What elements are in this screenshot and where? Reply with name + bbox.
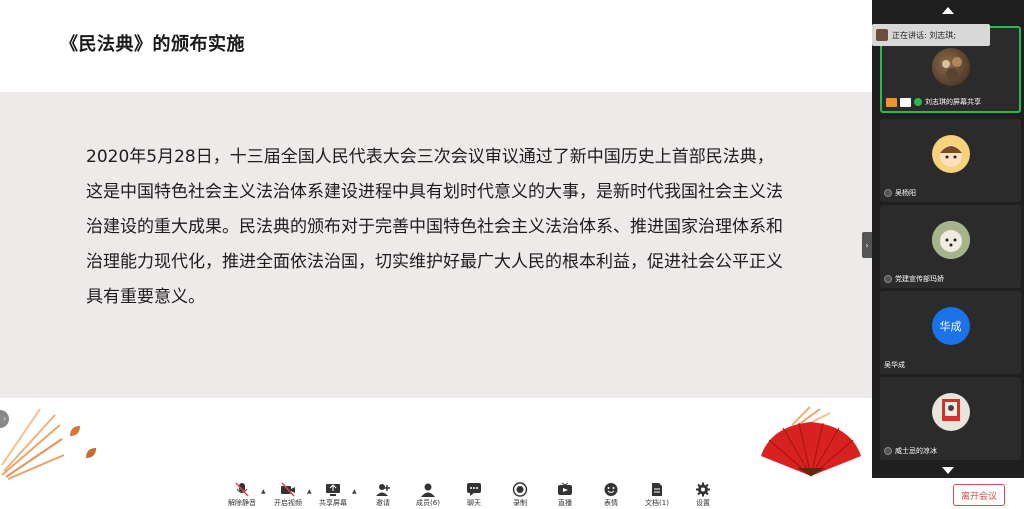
speaker-mini-avatar <box>876 29 888 41</box>
toolbar-label: 直播 <box>558 499 572 507</box>
participant-name: 吴杨阳 <box>895 189 916 197</box>
mic-active-icon <box>914 98 922 106</box>
slide-title: 《民法典》的颁布实施 <box>60 34 245 55</box>
participant-name: 刘志琪的屏幕共享 <box>925 98 981 106</box>
shared-slide: 《民法典》的颁布实施 2020年5月28日，十三届全国人民代表大会三次会议审议通… <box>0 0 872 480</box>
video-off-icon <box>281 482 295 497</box>
chat-icon <box>467 483 481 496</box>
record-button[interactable]: 录制 <box>498 482 542 509</box>
participant-panel: 正在讲话: 刘志琪; 刘志琪的屏幕共享 吴杨阳 党建宣传部玛娇 华成 吴华成 威… <box>872 0 1024 478</box>
participant-name: 吴华成 <box>884 361 905 369</box>
record-icon <box>512 482 528 497</box>
live-icon <box>558 482 572 495</box>
screen-share-badge-icon <box>900 97 911 107</box>
settings-button[interactable]: 设置 <box>681 482 725 509</box>
toolbar-label: 表情 <box>604 499 618 507</box>
toolbar-label: 设置 <box>696 499 710 507</box>
toolbar-label: 成员(6) <box>416 499 440 507</box>
emoji-icon <box>604 483 618 496</box>
toolbar-label: 录制 <box>513 499 527 507</box>
host-badge-icon <box>886 97 897 107</box>
leaf-decoration-left <box>1 408 65 480</box>
members-icon <box>421 483 435 497</box>
toolbar-label: 聊天 <box>467 499 481 507</box>
red-fan-decoration <box>761 422 861 477</box>
mic-muted-icon <box>884 447 892 455</box>
meeting-toolbar: 解除静音 ▲ 开启视频 ▲ 共享屏幕 ▲ 邀请 成员(6) 聊天 录制 直播 表… <box>0 480 1024 509</box>
framed-portrait-avatar <box>931 393 970 431</box>
participant-tile[interactable]: 吴杨阳 <box>880 119 1021 202</box>
live-button[interactable]: 直播 <box>543 482 587 509</box>
members-button[interactable]: 成员(6) <box>406 482 450 509</box>
toolbar-label: 文档(1) <box>645 499 669 507</box>
text-avatar: 华成 <box>931 307 970 345</box>
participant-tile[interactable]: 华成 吴华成 <box>880 291 1021 374</box>
share-options-caret[interactable]: ▲ <box>352 488 357 495</box>
audio-options-caret[interactable]: ▲ <box>261 488 266 495</box>
leaf-small-1 <box>70 426 80 436</box>
participant-tile[interactable]: 党建宣传部玛娇 <box>880 205 1021 288</box>
toolbar-label: 邀请 <box>376 499 390 507</box>
emoji-button[interactable]: 表情 <box>589 482 633 509</box>
share-screen-icon <box>326 484 340 496</box>
mute-button[interactable]: 解除静音 <box>220 482 264 509</box>
mic-muted-icon <box>884 275 892 283</box>
mic-muted-icon <box>884 189 892 197</box>
document-icon <box>652 483 662 496</box>
avatar-initials: 华成 <box>939 320 962 333</box>
puppy-photo-avatar <box>931 221 970 259</box>
panel-collapse-handle[interactable]: › <box>862 232 872 258</box>
toolbar-label: 开启视频 <box>274 499 302 507</box>
meeting-window: 《民法典》的颁布实施 2020年5月28日，十三届全国人民代表大会三次会议审议通… <box>0 0 1024 509</box>
cat-photo-avatar <box>931 48 970 86</box>
panel-scroll-up-icon[interactable] <box>941 5 955 15</box>
leave-meeting-button[interactable]: 离开会议 <box>953 484 1005 506</box>
leaf-small-2 <box>86 448 96 458</box>
speaking-indicator: 正在讲话: 刘志琪; <box>872 24 990 46</box>
mic-muted-icon <box>235 482 249 497</box>
participant-tile[interactable]: 威士忌的凉冰 <box>880 377 1021 460</box>
slide-body-text: 2020年5月28日，十三届全国人民代表大会三次会议审议通过了新中国历史上首部民… <box>86 147 783 307</box>
cartoon-boy-avatar <box>931 135 970 173</box>
share-screen-button[interactable]: 共享屏幕 <box>311 482 355 509</box>
toolbar-label: 解除静音 <box>228 499 256 507</box>
toolbar-label: 共享屏幕 <box>319 499 347 507</box>
documents-button[interactable]: 文档(1) <box>635 482 679 509</box>
participant-name: 威士忌的凉冰 <box>895 447 937 455</box>
settings-icon <box>696 482 710 497</box>
panel-scroll-down-icon[interactable] <box>941 466 955 476</box>
video-button[interactable]: 开启视频 <box>266 482 310 509</box>
speaking-label: 正在讲话: 刘志琪; <box>892 30 956 40</box>
invite-icon <box>376 484 390 496</box>
chat-button[interactable]: 聊天 <box>452 482 496 509</box>
participant-name: 党建宣传部玛娇 <box>895 275 944 283</box>
invite-button[interactable]: 邀请 <box>361 482 405 509</box>
